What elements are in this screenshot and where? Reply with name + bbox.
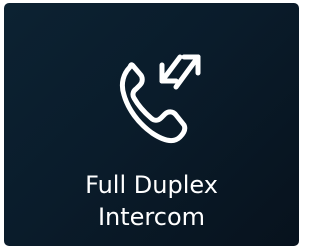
phone-duplex-arrows-icon [106,43,210,147]
tile-label-line-2: Intercom [97,203,206,231]
tile-label: Full Duplex Intercom [4,169,299,233]
tile-label-line-1: Full Duplex [85,171,218,199]
full-duplex-intercom-tile[interactable]: Full Duplex Intercom [4,3,299,246]
